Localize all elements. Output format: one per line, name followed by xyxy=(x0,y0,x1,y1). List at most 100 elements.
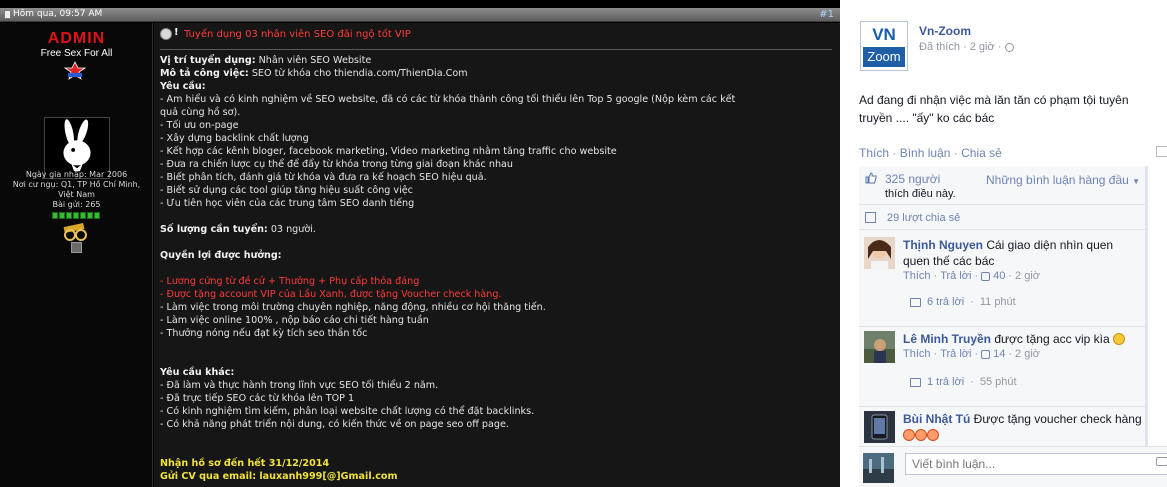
line-text: SEO từ khóa cho thiendia.com/ThienDia.Co… xyxy=(248,68,468,79)
post-line: - Thưởng nóng nếu đạt kỳ tích seo thần t… xyxy=(160,328,368,339)
comment-reply-link[interactable]: Trả lời xyxy=(940,348,971,360)
share-icon xyxy=(865,212,876,223)
facebook-post-panel: VN Zoom Vn-Zoom Đã thích · 2 giờ · Ad đa… xyxy=(840,0,1167,487)
camera-icon[interactable] xyxy=(1156,457,1167,466)
replies-link-row[interactable]: 6 trả lời · 11 phút xyxy=(910,296,1016,308)
post-title: Tuyển dụng 03 nhân viên SEO đãi ngộ tốt … xyxy=(160,27,411,40)
post-line: Yêu cầu khác: xyxy=(160,366,830,379)
post-line: - Có khả năng phát triển nội dung, có ki… xyxy=(160,419,509,430)
user-status-icon[interactable] xyxy=(71,242,82,253)
comment-time[interactable]: 2 giờ xyxy=(1015,270,1040,282)
replies-time: 11 phút xyxy=(979,296,1016,308)
replies-count[interactable]: 6 trả lời xyxy=(927,296,964,308)
post-meta: Đã thích · 2 giờ · xyxy=(919,41,1015,53)
post-actions: Thích · Bình luận · Chia sẻ xyxy=(859,146,1002,160)
cannon-icon xyxy=(63,222,87,241)
line-label: Mô tả công việc: xyxy=(160,68,249,79)
logo-top-text: VN xyxy=(872,25,896,44)
post-content: Tuyển dụng 03 nhân viên SEO đãi ngộ tốt … xyxy=(154,23,840,487)
post-line: - Biết sử dụng các tool giúp tăng hiệu s… xyxy=(160,185,413,196)
comments-scrollbar[interactable] xyxy=(1145,166,1148,446)
comment-text: Lê Minh Truyền được tặng acc vip kìa xyxy=(903,331,1143,347)
viewer-avatar xyxy=(863,453,894,483)
post-line: - Làm việc online 100% , nộp báo cáo chi… xyxy=(160,315,429,326)
smiley-icon xyxy=(160,27,179,40)
comment-like-link[interactable]: Thích xyxy=(903,348,931,360)
like-action-link[interactable]: Thích xyxy=(859,146,889,160)
comment-like-count[interactable]: 40 xyxy=(993,270,1005,282)
line-text: Nhân viên SEO Website xyxy=(255,55,372,66)
page-avatar[interactable]: VN Zoom xyxy=(860,21,908,71)
replies-time: 55 phút xyxy=(979,376,1017,388)
forum-post-panel: Hôm qua, 09:57 AM #1 ADMIN Free Sex For … xyxy=(0,0,840,487)
comment-like-link[interactable]: Thích xyxy=(903,270,931,282)
caret-down-icon: ▼ xyxy=(1132,177,1141,186)
shares-row: 29 lượt chia sẻ xyxy=(859,206,1145,230)
options-flag-icon[interactable] xyxy=(1156,146,1167,157)
post-date-text: Hôm qua, 09:57 AM xyxy=(13,9,103,19)
share-action-link[interactable]: Chia sẻ xyxy=(961,146,1002,160)
post-line: - Được tặng account VIP của Lầu Xanh, đư… xyxy=(160,289,502,300)
post-line: Số lượng cần tuyển: 03 người. xyxy=(160,223,830,236)
likes-count-link[interactable]: 325 người xyxy=(885,172,940,186)
post-date: Hôm qua, 09:57 AM xyxy=(4,9,102,19)
commenter-avatar[interactable] xyxy=(864,331,895,363)
shares-count-link[interactable]: 29 lượt chia sẻ xyxy=(887,212,960,224)
line-label: Vị trí tuyển dụng: xyxy=(160,55,256,66)
user-location: Nơi cư ngụ: Q1, TP Hồ Chí Minh, Việt Nam xyxy=(12,180,141,199)
comment-author-link[interactable]: Bùi Nhật Tú xyxy=(903,412,970,426)
post-line: Nhận hồ sơ đến hết 31/12/2014 xyxy=(160,458,330,469)
comment-action-link[interactable]: Bình luận xyxy=(900,146,951,160)
join-date: Ngày gia nhập: Mar 2006 xyxy=(25,170,128,179)
user-info-column: ADMIN Free Sex For All Ngày gia nhập: Ma… xyxy=(0,23,153,487)
post-line: - Có kinh nghiệm tìm kiếm, phân loại web… xyxy=(160,406,535,417)
post-title-text: Tuyển dụng 03 nhân viên SEO đãi ngộ tốt … xyxy=(184,28,411,40)
heart-eyes-emoji-icon xyxy=(903,429,915,441)
post-number-link[interactable]: #1 xyxy=(819,9,834,20)
comment-body: được tặng acc vip kìa xyxy=(991,332,1110,346)
thumbs-up-icon xyxy=(865,172,877,184)
comment-like-icon xyxy=(981,271,991,281)
line-label: Yêu cầu khác: xyxy=(160,367,235,378)
replies-count[interactable]: 1 trả lời xyxy=(927,376,964,388)
post-line: - Biết phân tích, đánh giá từ khóa và đư… xyxy=(160,172,487,183)
post-count: Bài gửi: 265 xyxy=(52,200,101,209)
heart-eyes-emoji-icon xyxy=(915,429,927,441)
username-link[interactable]: ADMIN xyxy=(0,30,153,48)
comment-author-link[interactable]: Lê Minh Truyền xyxy=(903,332,991,346)
post-line: - Kết hợp các kênh bloger, facebook mark… xyxy=(160,146,617,157)
post-line: - Lương cứng từ đề cử + Thưởng + Phụ cấp… xyxy=(160,276,420,287)
rank-badge-icon xyxy=(64,61,86,80)
comment-like-count[interactable]: 14 xyxy=(993,348,1005,360)
replies-link-row[interactable]: 1 trả lời · 55 phút xyxy=(910,376,1017,388)
post-line: - Ưu tiên học viên của các trung tâm SEO… xyxy=(160,198,415,209)
post-line: Vị trí tuyển dụng: Nhân viên SEO Website xyxy=(160,54,830,67)
reply-arrow-icon xyxy=(910,377,921,387)
post-line: Mô tả công việc: SEO từ khóa cho thiendi… xyxy=(160,67,830,80)
heart-eyes-emoji-icon xyxy=(927,429,939,441)
post-line: - Tối ưu on-page xyxy=(160,120,239,131)
page-name-link[interactable]: Vn-Zoom xyxy=(919,24,971,38)
likes-text: thích điều này. xyxy=(885,188,956,200)
title-divider xyxy=(160,49,832,50)
reply-arrow-icon xyxy=(910,297,921,307)
smile-emoji-icon xyxy=(1112,333,1125,345)
post-line: - Xây dựng backlink chất lượng xyxy=(160,133,309,144)
user-meta: Ngày gia nhập: Mar 2006 Nơi cư ngụ: Q1, … xyxy=(4,170,149,210)
comment-order-dropdown[interactable]: Những bình luận hàng đầu ▼ xyxy=(986,173,1140,187)
post-header-bar: Hôm qua, 09:57 AM #1 xyxy=(0,8,840,22)
comment-input[interactable] xyxy=(905,453,1167,475)
post-body: Vị trí tuyển dụng: Nhân viên SEO Website… xyxy=(160,54,830,483)
comment-author-link[interactable]: Thịnh Nguyen xyxy=(903,238,983,252)
commenter-avatar[interactable] xyxy=(864,237,895,269)
comment-meta: Thích · Trả lời · 14 · 2 giờ xyxy=(903,348,1040,360)
post-line: - Đưa ra chiến lược cụ thể để đẩy từ khó… xyxy=(160,159,514,170)
globe-icon[interactable] xyxy=(1005,42,1015,52)
post-line: quả cùng hồ sơ). xyxy=(160,107,241,118)
commenter-avatar[interactable] xyxy=(864,411,895,443)
comment-reply-link[interactable]: Trả lời xyxy=(940,270,971,282)
comment-time[interactable]: 2 giờ xyxy=(1015,348,1040,360)
